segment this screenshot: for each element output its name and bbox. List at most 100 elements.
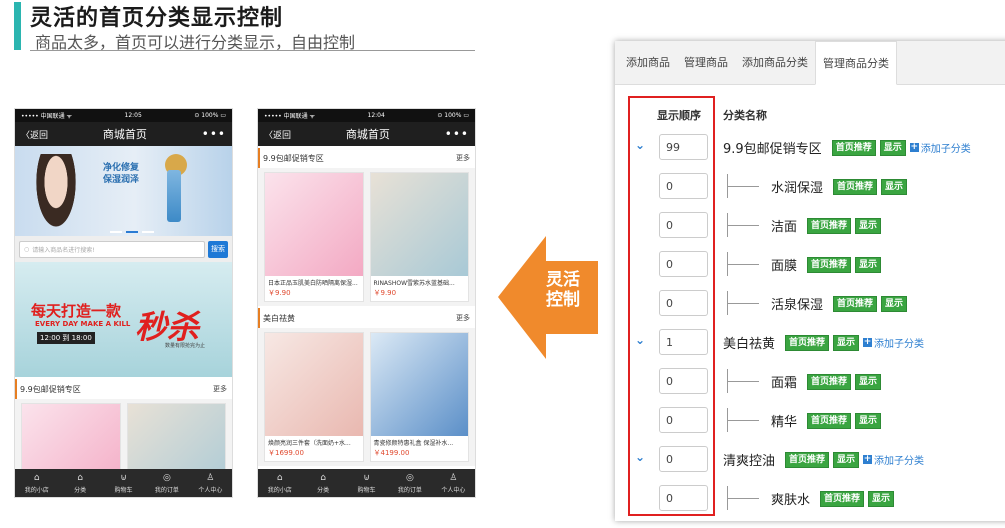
more-menu-icon[interactable]: •••	[202, 127, 226, 141]
section-more-link[interactable]: 更多	[213, 384, 227, 394]
show-badge[interactable]: 显示	[881, 178, 908, 195]
category-name: 9.9包邮促销专区	[723, 142, 822, 157]
category-name-cell: 美白祛黄 首页推荐 显示 + 添加子分类	[723, 333, 924, 352]
category-name-cell: 面霜 首页推荐 显示	[727, 369, 882, 393]
show-badge[interactable]: 显示	[833, 334, 860, 351]
product-image	[265, 173, 363, 276]
banner-line-2: 保湿润泽	[103, 175, 140, 185]
tab-category[interactable]: ⌂ 分类	[301, 469, 344, 497]
show-badge[interactable]: 显示	[881, 295, 908, 312]
tab-manage-categories[interactable]: 管理商品分类	[815, 41, 897, 85]
tree-connector	[727, 369, 759, 393]
show-badge[interactable]: 显示	[855, 217, 882, 234]
home-recommend-badge[interactable]: 首页推荐	[807, 256, 852, 273]
tab-my-shop[interactable]: ⌂ 我的小店	[258, 469, 301, 497]
profile-icon: ♙	[206, 472, 215, 483]
home-recommend-badge[interactable]: 首页推荐	[807, 217, 852, 234]
tree-connector	[727, 408, 759, 432]
home-recommend-badge[interactable]: 首页推荐	[785, 451, 830, 468]
back-button[interactable]: 〈返回	[264, 128, 291, 141]
promo-banner-skincare[interactable]: 净化修复 保湿润泽	[15, 146, 232, 236]
model-image	[33, 154, 79, 234]
home-recommend-badge[interactable]: 首页推荐	[831, 139, 876, 156]
search-placeholder: 请输入商品名进行搜索!	[32, 246, 95, 254]
tab-cart[interactable]: ⊍ 购物车	[102, 469, 145, 497]
shop-icon: ⌂	[33, 472, 40, 483]
section-title: 9.9包邮促销专区	[263, 153, 324, 163]
home-recommend-badge[interactable]: 首页推荐	[807, 412, 852, 429]
back-button[interactable]: 〈返回	[21, 128, 48, 141]
tab-cart[interactable]: ⊍ 购物车	[345, 469, 388, 497]
banner-english: EVERY DAY MAKE A KILL	[35, 320, 131, 328]
tree-connector	[727, 252, 759, 276]
category-name-cell: 精华 首页推荐 显示	[727, 408, 882, 432]
tree-connector	[727, 174, 759, 198]
tab-category[interactable]: ⌂ 分类	[58, 469, 101, 497]
add-subcategory-link[interactable]: + 添加子分类	[863, 452, 924, 467]
product-name: RINASHOW雪紫苏水蓝基础...	[373, 280, 455, 287]
search-icon: ○	[24, 245, 30, 253]
plus-icon: +	[863, 454, 873, 464]
search-input[interactable]: ○ 请输入商品名进行搜索!	[19, 240, 205, 258]
orders-icon: ◎	[162, 472, 171, 483]
category-name-cell: 9.9包邮促销专区 首页推荐 显示 + 添加子分类	[723, 138, 971, 157]
product-name: 焕颜亮润三件套（洗面奶+水...	[268, 440, 351, 447]
product-price: ￥1699.00	[268, 449, 304, 457]
tab-add-product[interactable]: 添加商品	[619, 41, 677, 84]
search-button[interactable]: 搜索	[208, 240, 228, 258]
section-more-link[interactable]: 更多	[456, 313, 470, 323]
product-card[interactable]: RINASHOW雪紫苏水蓝基础... ￥9.90	[369, 172, 469, 302]
phone-screenshot-categories: ••••• 中国联通 ᯤ 12:04 ⊙ 100% ▭ 〈返回 商城首页 •••…	[257, 108, 476, 498]
home-recommend-badge[interactable]: 首页推荐	[833, 295, 878, 312]
section-header: 9.9包邮促销专区 更多	[258, 148, 475, 168]
show-badge[interactable]: 显示	[833, 451, 860, 468]
tab-manage-products[interactable]: 管理商品	[677, 41, 735, 84]
home-recommend-badge[interactable]: 首页推荐	[833, 178, 878, 195]
tab-orders[interactable]: ◎ 我的订单	[145, 469, 188, 497]
show-badge[interactable]: 显示	[855, 373, 882, 390]
nav-title: 商城首页	[102, 128, 147, 141]
category-name-cell: 洁面 首页推荐 显示	[727, 213, 882, 237]
show-badge[interactable]: 显示	[855, 412, 882, 429]
tab-profile[interactable]: ♙ 个人中心	[189, 469, 232, 497]
tab-add-category[interactable]: 添加商品分类	[735, 41, 815, 84]
section-more-link[interactable]: 更多	[456, 153, 470, 163]
category-name-cell: 面膜 首页推荐 显示	[727, 252, 882, 276]
product-card[interactable]: 日本正品玉肌美白防晒隔离保湿... ￥9.90	[264, 172, 364, 302]
battery-label: ⊙ 100% ▭	[437, 112, 469, 119]
carrier-label: ••••• 中国联通 ᯤ	[21, 113, 72, 120]
tab-orders[interactable]: ◎ 我的订单	[388, 469, 431, 497]
more-menu-icon[interactable]: •••	[445, 127, 469, 141]
category-name: 洁面	[771, 220, 798, 235]
category-name: 活泉保湿	[771, 298, 824, 313]
home-recommend-badge[interactable]: 首页推荐	[807, 373, 852, 390]
section-title: 9.9包邮促销专区	[20, 384, 81, 394]
category-name: 清爽控油	[723, 454, 776, 469]
home-recommend-badge[interactable]: 首页推荐	[785, 334, 830, 351]
time-label: 12:05	[124, 112, 142, 119]
nav-title: 商城首页	[345, 128, 390, 141]
section-header: 9.9包邮促销专区 更多	[15, 379, 232, 399]
product-row: 日本正品玉肌美白防晒隔离保湿... ￥9.90 RINASHOW雪紫苏水蓝基础.…	[258, 168, 475, 306]
add-subcategory-link[interactable]: + 添加子分类	[909, 140, 971, 155]
product-price: ￥9.90	[373, 289, 397, 297]
tab-my-shop[interactable]: ⌂ 我的小店	[15, 469, 58, 497]
product-image	[265, 333, 363, 436]
product-name: 日本正品玉肌美白防晒隔离保湿...	[268, 280, 358, 287]
product-card[interactable]: 青瓷修颜特惠礼盒 保湿补水... ￥4199.00	[369, 332, 469, 462]
title-divider	[30, 50, 475, 51]
home-recommend-badge[interactable]: 首页推荐	[820, 490, 865, 507]
show-badge[interactable]: 显示	[855, 256, 882, 273]
plus-icon: +	[909, 142, 919, 152]
show-badge[interactable]: 显示	[868, 490, 895, 507]
flash-sale-banner[interactable]: 每天打造一款 EVERY DAY MAKE A KILL 12:00 到 18:…	[15, 262, 232, 377]
tab-profile[interactable]: ♙ 个人中心	[432, 469, 475, 497]
tree-connector	[727, 213, 759, 237]
time-label: 12:04	[367, 112, 385, 119]
cart-icon: ⊍	[363, 472, 370, 483]
bottom-tab-bar: ⌂ 我的小店 ⌂ 分类 ⊍ 购物车 ◎ 我的订单 ♙ 个人中心	[15, 469, 232, 497]
add-subcategory-link[interactable]: + 添加子分类	[863, 335, 924, 350]
show-badge[interactable]: 显示	[879, 139, 906, 156]
product-card[interactable]: 焕颜亮润三件套（洗面奶+水... ￥1699.00	[264, 332, 364, 462]
product-name: 青瓷修颜特惠礼盒 保湿补水...	[373, 440, 454, 447]
